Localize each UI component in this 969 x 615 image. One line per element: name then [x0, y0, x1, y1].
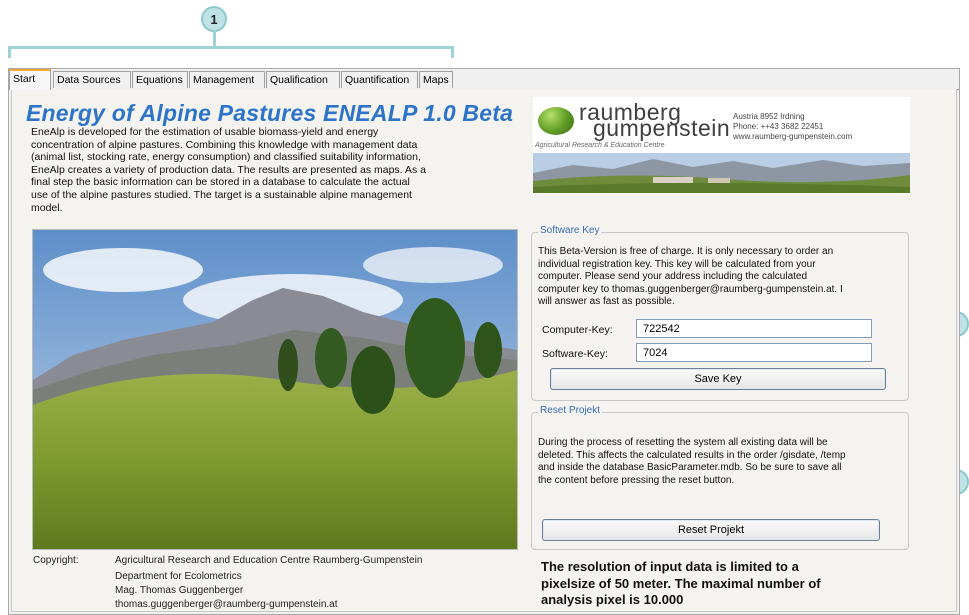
copyright-line: Mag. Thomas Guggenberger	[115, 585, 244, 596]
software-key-legend: Software Key	[538, 225, 602, 236]
software-key-description: This Beta-Version is free of charge. It …	[538, 246, 904, 309]
description-line: and inside the database BasicParameter.m…	[538, 462, 842, 473]
description-line: computer key to thomas.guggenberger@raum…	[538, 283, 843, 295]
description-line: the content before pressing the reset bu…	[538, 474, 735, 486]
alpine-pasture-photo	[32, 229, 518, 550]
landscape-banner	[533, 153, 910, 193]
intro-line: use of the alpine pastures studied. The …	[31, 188, 412, 201]
institute-logo: raumberg gumpenstein Agricultural Resear…	[533, 97, 910, 193]
logo-ball-icon	[538, 107, 574, 135]
software-key-group: Software Key This Beta-Version is free o…	[531, 225, 909, 401]
software-key-label: Software-Key:	[542, 348, 608, 360]
resolution-note-line: analysis pixel is 10.000	[541, 592, 684, 607]
copyright-label: Copyright:	[33, 555, 79, 566]
reset-project-group: Reset Projekt During the process of rese…	[531, 405, 909, 550]
intro-line: EneAlp is developed for the estimation o…	[31, 126, 379, 138]
page-title: Energy of Alpine Pastures ENEALP 1.0 Bet…	[26, 100, 514, 126]
intro-line: model.	[31, 201, 63, 214]
tab-equations[interactable]: Equations	[132, 71, 188, 88]
description-line: computer. Please send your address inclu…	[538, 271, 808, 282]
callout-1-connector	[213, 30, 216, 46]
reset-project-button[interactable]: Reset Projekt	[542, 519, 880, 541]
callout-1-bracket	[8, 46, 454, 58]
description-line: will answer as fast as possible.	[538, 296, 675, 307]
software-key-input[interactable]	[636, 343, 872, 362]
reset-project-legend: Reset Projekt	[538, 405, 603, 416]
intro-line: EneAlp creates a variety of production d…	[31, 163, 426, 176]
tab-qualification[interactable]: Qualification	[266, 71, 340, 88]
computer-key-label: Computer-Key:	[542, 324, 613, 336]
copyright-line: Department for Ecolometrics	[115, 571, 242, 582]
address-line: Austria 8952 Irdning	[733, 112, 805, 121]
logo-subtitle: Agricultural Research & Education Centre	[535, 142, 665, 149]
logo-word-gumpenstein: gumpenstein	[593, 115, 731, 141]
intro-line: final step the basic information can be …	[31, 176, 410, 189]
save-key-button[interactable]: Save Key	[550, 368, 886, 390]
resolution-note-line: pixelsize of 50 meter. The maximal numbe…	[541, 575, 821, 591]
description-line: This Beta-Version is free of charge. It …	[538, 246, 834, 257]
tab-management[interactable]: Management	[189, 71, 265, 88]
phone-line: Phone: ++43 3682 22451	[733, 122, 824, 131]
tab-quantification[interactable]: Quantification	[341, 71, 418, 88]
callout-1-badge: 1	[201, 6, 227, 32]
resolution-note-line: The resolution of input data is limited …	[541, 559, 799, 574]
copyright-line: Agricultural Research and Education Cent…	[115, 555, 423, 566]
description-line: During the process of resetting the syst…	[538, 437, 828, 448]
reset-description: During the process of resetting the syst…	[538, 437, 904, 487]
description-line: deleted. This affects the calculated res…	[538, 449, 846, 461]
website-line: www.raumberg-gumpenstein.com	[733, 132, 853, 141]
tab-strip: Start Data Sources Equations Management …	[9, 69, 959, 90]
tab-data-sources[interactable]: Data Sources	[53, 71, 131, 88]
tab-maps[interactable]: Maps	[419, 71, 453, 88]
intro-text: EneAlp is developed for the estimation o…	[31, 126, 507, 214]
computer-key-input[interactable]	[636, 319, 872, 338]
copyright-email: thomas.guggenberger@raumberg-gumpenstein…	[115, 599, 338, 610]
intro-line: concentration of alpine pastures. Combin…	[31, 138, 418, 151]
intro-line: (animal list, stocking rate, energy cons…	[31, 151, 421, 164]
tab-start[interactable]: Start	[9, 69, 51, 90]
resolution-note: The resolution of input data is limited …	[541, 559, 871, 609]
description-line: individual registration key. This key wi…	[538, 258, 816, 270]
